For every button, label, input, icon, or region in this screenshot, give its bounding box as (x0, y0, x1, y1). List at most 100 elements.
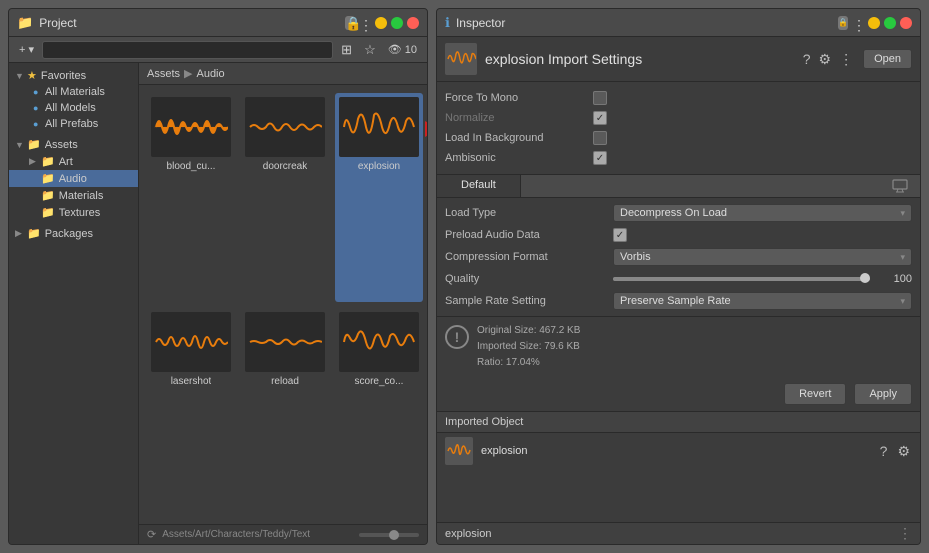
file-label-blood: blood_cu... (167, 161, 216, 172)
inspector-titlebar: ℹ Inspector 🔒 ⋮ (437, 9, 920, 37)
bottom-bar-text: explosion (445, 528, 898, 540)
assets-arrow: ▼ (15, 140, 23, 150)
sidebar-art[interactable]: ▶ 📁 Art (9, 153, 138, 170)
breadcrumb-audio[interactable]: Audio (196, 68, 224, 80)
tab-monitor[interactable] (880, 175, 920, 197)
ambisonic-row: Ambisonic (445, 148, 912, 168)
file-item-doorcreak[interactable]: doorcreak (241, 93, 329, 302)
waveform-explosion (342, 105, 416, 149)
view-count-btn[interactable]: 👁 10 (384, 41, 421, 58)
original-size-text: Original Size: 467.2 KB (477, 323, 580, 339)
imported-actions: ? ⚙ (878, 441, 912, 462)
sidebar-art-label: Art (59, 156, 73, 168)
spacer (437, 469, 920, 522)
apply-button[interactable]: Apply (854, 383, 912, 405)
settings-btn[interactable]: ⚙ (817, 49, 834, 70)
asset-waveform-icon (446, 44, 476, 74)
zoom-slider[interactable] (359, 533, 419, 537)
maximize-btn[interactable] (391, 17, 403, 29)
load-in-background-checkbox[interactable] (593, 131, 607, 145)
compression-dropdown-arrow: ▾ (900, 252, 905, 263)
sidebar-packages[interactable]: ▶ 📁 Packages (9, 225, 138, 242)
close-btn[interactable] (407, 17, 419, 29)
file-label-doorcreak: doorcreak (263, 161, 307, 172)
info-icon: ! (445, 325, 469, 349)
sidebar-all-materials-label: All Materials (45, 86, 105, 98)
menu-btn[interactable]: ⋮ (359, 17, 371, 29)
filter-btn[interactable]: ☆ (360, 40, 380, 60)
normalize-row: Normalize (445, 108, 912, 128)
file-thumbnail-blood (151, 97, 231, 157)
quality-slider[interactable] (613, 277, 870, 281)
lock-btn[interactable]: 🔒 (345, 16, 355, 30)
compression-format-dropdown[interactable]: Vorbis ▾ (613, 248, 912, 266)
imported-size-text: Imported Size: 79.6 KB (477, 339, 580, 355)
file-item-scoreco[interactable]: score_co... (335, 308, 423, 517)
project-toolbar: + ▾ ⊞ ☆ 👁 10 (9, 37, 427, 63)
search-input[interactable] (42, 41, 333, 59)
lock-btn-inspector[interactable]: 🔒 (838, 16, 848, 30)
file-item-explosion[interactable]: explosion (335, 93, 423, 302)
textures-folder-icon: 📁 (41, 206, 55, 219)
force-to-mono-label: Force To Mono (445, 92, 585, 104)
normalize-checkbox[interactable] (593, 111, 607, 125)
more-btn[interactable]: ⋮ (837, 49, 855, 70)
sidebar-all-materials[interactable]: ● All Materials (9, 84, 138, 100)
sidebar-textures[interactable]: 📁 Textures (9, 204, 138, 221)
force-to-mono-checkbox[interactable] (593, 91, 607, 105)
sample-rate-dropdown-arrow: ▾ (900, 296, 905, 307)
dropdown-arrow: ▾ (900, 208, 905, 219)
sidebar-favorites[interactable]: ▼ ★ Favorites (9, 67, 138, 84)
tab-default[interactable]: Default (437, 175, 521, 197)
file-item-lasershot[interactable]: lasershot (147, 308, 235, 517)
sidebar-favorites-label: Favorites (41, 70, 86, 82)
file-item-reload[interactable]: reload (241, 308, 329, 517)
breadcrumb-assets[interactable]: Assets (147, 68, 180, 80)
layout-btn[interactable]: ⊞ (337, 40, 356, 60)
sidebar-all-models[interactable]: ● All Models (9, 100, 138, 116)
sample-rate-dropdown[interactable]: Preserve Sample Rate ▾ (613, 292, 912, 310)
revert-button[interactable]: Revert (784, 383, 846, 405)
file-label-explosion: explosion (358, 161, 400, 172)
force-to-mono-row: Force To Mono (445, 88, 912, 108)
close-btn-inspector[interactable] (900, 17, 912, 29)
file-grid: blood_cu... doorcreak (139, 85, 427, 524)
sidebar-all-prefabs[interactable]: ● All Prefabs (9, 116, 138, 132)
tabs-bar: Default (437, 175, 920, 198)
help-btn[interactable]: ? (801, 49, 813, 69)
file-thumbnail-reload (245, 312, 325, 372)
menu-btn-inspector[interactable]: ⋮ (852, 17, 864, 29)
preload-audio-checkbox[interactable] (613, 228, 627, 242)
open-button[interactable]: Open (863, 49, 912, 69)
ratio-text: Ratio: 17.04% (477, 355, 580, 371)
info-text: Original Size: 467.2 KB Imported Size: 7… (477, 323, 580, 371)
sample-rate-value: Preserve Sample Rate ▾ (613, 292, 912, 310)
imported-settings-btn[interactable]: ⚙ (895, 441, 912, 462)
add-button[interactable]: + ▾ (15, 41, 38, 58)
bottom-bar-menu-btn[interactable]: ⋮ (898, 525, 912, 542)
minimize-btn-inspector[interactable] (868, 17, 880, 29)
ambisonic-checkbox[interactable] (593, 151, 607, 165)
file-item-blood[interactable]: blood_cu... (147, 93, 235, 302)
minimize-btn[interactable] (375, 17, 387, 29)
sidebar-assets[interactable]: ▼ 📁 Assets (9, 136, 138, 153)
file-label-scoreco: score_co... (355, 376, 404, 387)
sidebar-packages-label: Packages (45, 228, 93, 240)
sidebar-textures-label: Textures (59, 207, 101, 219)
breadcrumb-separator: ▶ (184, 67, 192, 80)
inspector-panel-title: Inspector (456, 16, 832, 30)
imported-name: explosion (481, 445, 870, 457)
load-type-value: Decompress On Load ▾ (613, 204, 912, 222)
asset-header: explosion Import Settings ? ⚙ ⋮ Open (437, 37, 920, 82)
status-path-text: Assets/Art/Characters/Teddy/Text (162, 529, 353, 540)
maximize-btn-inspector[interactable] (884, 17, 896, 29)
normalize-label: Normalize (445, 112, 585, 124)
sidebar-audio[interactable]: 📁 Audio (9, 170, 138, 187)
inspector-panel: ℹ Inspector 🔒 ⋮ explosion Import Setting… (436, 8, 921, 545)
load-type-row: Load Type Decompress On Load ▾ (445, 202, 912, 224)
list-icon2: ● (33, 103, 41, 113)
imported-help-btn[interactable]: ? (878, 441, 890, 461)
load-type-dropdown[interactable]: Decompress On Load ▾ (613, 204, 912, 222)
assets-folder-icon: 📁 (27, 138, 41, 151)
sidebar-materials[interactable]: 📁 Materials (9, 187, 138, 204)
